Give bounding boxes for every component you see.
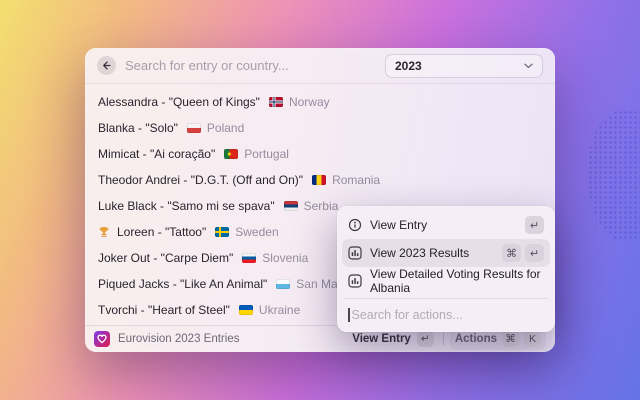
year-dropdown-value: 2023: [395, 59, 422, 73]
k-keycap: K: [524, 331, 541, 347]
entry-title: Mimicat - "Ai coração": [98, 147, 215, 161]
flag-icon: [239, 305, 253, 315]
entry-country: Poland: [207, 121, 244, 135]
view-entry-button[interactable]: View Entry ↵: [349, 329, 437, 349]
flag-icon: [312, 175, 326, 185]
actions-search-placeholder: Search for actions...: [352, 308, 463, 322]
list-item[interactable]: Theodor Andrei - "D.G.T. (Off and On)" R…: [85, 167, 555, 193]
actions-label: Actions: [455, 333, 497, 345]
eurovision-logo-icon: [94, 331, 110, 347]
entry-country: Ukraine: [259, 303, 300, 317]
entry-title: Luke Black - "Samo mi se spava": [98, 199, 275, 213]
flag-icon: [269, 97, 283, 107]
flag-icon: [224, 149, 238, 159]
entry-title: Joker Out - "Carpe Diem": [98, 251, 233, 265]
entry-title: Blanka - "Solo": [98, 121, 178, 135]
app-title: Eurovision 2023 Entries: [118, 333, 239, 345]
action-shortcut: ↵: [525, 216, 544, 234]
return-keycap: ↵: [525, 244, 544, 262]
action-item-view-entry[interactable]: View Entry ↵: [342, 211, 550, 239]
list-item[interactable]: Blanka - "Solo" Poland: [85, 115, 555, 141]
action-item-view-voting-results[interactable]: View Detailed Voting Results for Albania: [342, 267, 550, 295]
panel-divider: [344, 298, 548, 299]
back-arrow-icon: [101, 60, 112, 71]
entry-country: Portugal: [244, 147, 289, 161]
cmd-keycap: ⌘: [502, 244, 521, 262]
actions-search-input[interactable]: Search for actions...: [342, 302, 550, 327]
search-input[interactable]: [125, 58, 376, 73]
action-label: View Entry: [370, 218, 427, 232]
trophy-icon: [98, 226, 110, 238]
action-shortcut: ⌘ ↵: [502, 244, 544, 262]
info-icon: [348, 218, 362, 232]
view-entry-label: View Entry: [352, 333, 411, 345]
text-caret: [348, 308, 350, 322]
actions-panel: View Entry ↵ View 2023 Results ⌘ ↵ View …: [337, 206, 555, 332]
flag-icon: [242, 253, 256, 263]
desktop-background: 2023 Alessandra - "Queen of Kings" Norwa…: [0, 0, 640, 400]
list-item[interactable]: Mimicat - "Ai coração" Portugal: [85, 141, 555, 167]
entry-title: Theodor Andrei - "D.G.T. (Off and On)": [98, 173, 303, 187]
entry-title: Tvorchi - "Heart of Steel": [98, 303, 230, 317]
entry-country: Norway: [289, 95, 330, 109]
flag-icon: [284, 201, 298, 211]
entry-country: Sweden: [235, 225, 278, 239]
flag-icon: [276, 279, 290, 289]
bar-chart-icon: [348, 246, 362, 260]
bar-chart-icon: [348, 274, 362, 288]
flag-icon: [215, 227, 229, 237]
entry-title: Piqued Jacks - "Like An Animal": [98, 277, 267, 291]
action-label: View Detailed Voting Results for Albania: [370, 267, 544, 295]
action-item-view-results[interactable]: View 2023 Results ⌘ ↵: [342, 239, 550, 267]
list-item[interactable]: Alessandra - "Queen of Kings" Norway: [85, 89, 555, 115]
return-keycap: ↵: [417, 331, 434, 347]
action-label: View 2023 Results: [370, 246, 469, 260]
entry-title: Alessandra - "Queen of Kings": [98, 95, 260, 109]
back-button[interactable]: [97, 56, 116, 75]
entry-country: Slovenia: [262, 251, 308, 265]
entry-country: Serbia: [304, 199, 339, 213]
entry-country: Romania: [332, 173, 380, 187]
flag-icon: [187, 123, 201, 133]
chevron-down-icon: [524, 63, 533, 69]
return-keycap: ↵: [525, 216, 544, 234]
cmd-keycap: ⌘: [502, 331, 519, 347]
year-dropdown[interactable]: 2023: [385, 54, 543, 78]
dot-pattern-decoration: [588, 110, 640, 242]
search-bar: 2023: [85, 48, 555, 84]
entry-title: Loreen - "Tattoo": [117, 225, 206, 239]
footer-separator: [443, 333, 444, 346]
